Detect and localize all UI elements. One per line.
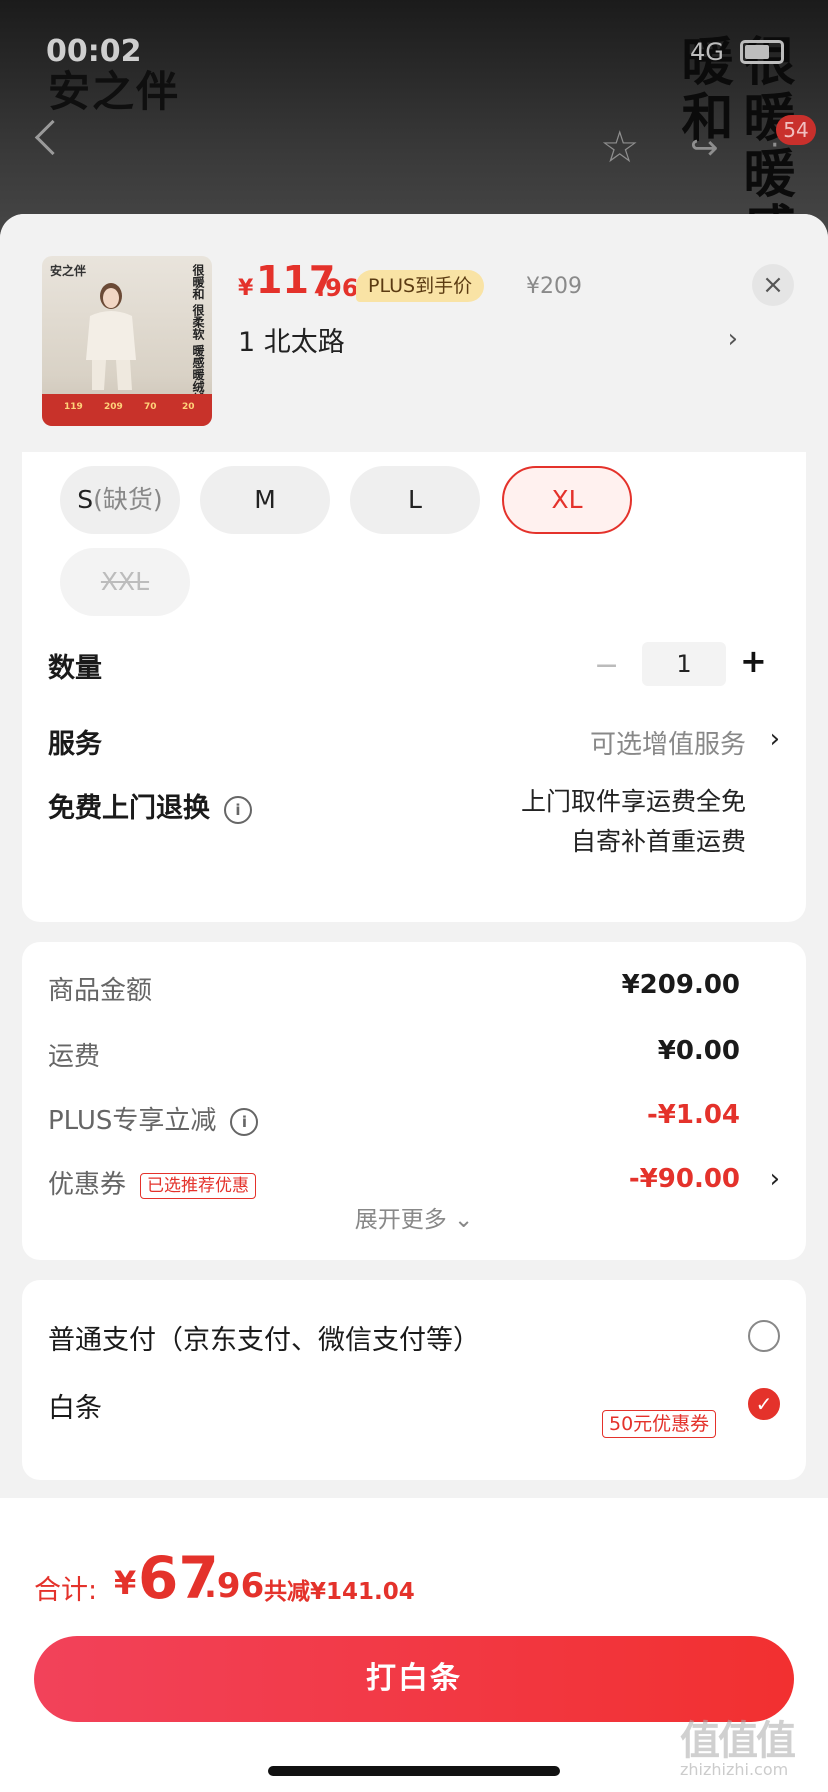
expand-more-button[interactable]: 展开更多 ⌄ [22, 1200, 806, 1234]
home-indicator[interactable] [268, 1766, 560, 1776]
coupon-value[interactable]: -¥90.00 [629, 1164, 740, 1194]
thumbnail-price: 20 [182, 402, 195, 412]
service-value[interactable]: 可选增值服务 [590, 724, 746, 761]
service-label: 服务 [48, 729, 102, 760]
watermark-url: zhizhizhi.com [680, 1760, 789, 1779]
free-return-line1: 上门取件享运费全免 [520, 787, 746, 816]
baitiao-label[interactable]: 白条 [48, 1386, 102, 1425]
shipping-value: ¥0.00 [657, 1036, 740, 1066]
thumbnail-slogan: 很暖和 很柔软 暖感暖绒绒 [191, 264, 205, 405]
back-icon[interactable] [34, 119, 71, 156]
product-thumbnail[interactable]: 安之伴 很暖和 很柔软 暖感暖绒绒 119 209 70 20 [42, 256, 212, 426]
size-label: S [77, 485, 94, 514]
chevron-down-icon: ⌄ [454, 1207, 474, 1233]
chevron-right-icon: › [727, 324, 738, 354]
address-text: 1 北太路 [238, 327, 345, 358]
quantity-decrease-button[interactable]: − [594, 648, 619, 683]
payment-method-card: 普通支付（京东支付、微信支付等） 白条 50元优惠券 ✓ [22, 1280, 806, 1480]
message-count-badge: 54 [776, 115, 816, 145]
info-icon[interactable]: i [224, 795, 252, 824]
quantity-increase-button[interactable]: + [740, 642, 767, 680]
total-currency: ¥ [114, 1564, 137, 1602]
chevron-right-icon[interactable]: › [770, 724, 780, 754]
thumbnail-price-strip: 119 209 70 20 [42, 394, 212, 426]
free-return-text: 免费上门退换 [48, 793, 210, 824]
baitiao-radio-checked[interactable]: ✓ [748, 1388, 780, 1420]
size-option-xxl: XXL [60, 548, 190, 616]
thumbnail-price: 119 [64, 402, 83, 412]
plus-discount-value: -¥1.04 [646, 1100, 740, 1130]
share-icon[interactable]: ↪ [690, 128, 719, 168]
coupon-row-label[interactable]: 优惠券 已选推荐优惠 [48, 1164, 257, 1201]
network-indicator: 4G [690, 38, 724, 66]
price-decimal: .96 [316, 274, 359, 302]
coupon-selected-tag: 已选推荐优惠 [140, 1172, 257, 1199]
quantity-input[interactable]: 1 [642, 642, 726, 686]
model-figure-image [86, 283, 136, 390]
expand-more-label: 展开更多 [354, 1207, 447, 1233]
plus-discount-label: PLUS专享立减 i [48, 1100, 259, 1137]
thumbnail-price: 70 [144, 402, 157, 412]
address-selector[interactable]: 1 北太路 › [238, 320, 738, 360]
thumbnail-brand: 安之伴 [50, 264, 87, 278]
total-saved: 共减¥141.04 [264, 1579, 415, 1605]
close-icon: × [762, 270, 784, 300]
close-button[interactable]: × [752, 264, 794, 306]
size-option-m[interactable]: M [200, 466, 330, 534]
original-price: ¥209 [526, 274, 582, 299]
free-return-line2: 自寄补首重运费 [570, 827, 746, 856]
plus-price-tag: PLUS到手价 [356, 270, 485, 302]
size-option-l[interactable]: L [350, 466, 480, 534]
size-stock-note: (缺货) [93, 485, 163, 514]
baitiao-coupon-tag: 50元优惠券 [602, 1410, 717, 1438]
coupon-label: 优惠券 [48, 1170, 127, 1200]
watermark-logo: 值值值 [680, 1718, 796, 1764]
thumbnail-price: 209 [104, 402, 123, 412]
size-label: XXL [100, 567, 150, 596]
price-currency: ¥ [238, 276, 254, 301]
favorite-star-icon[interactable]: ☆ [600, 122, 639, 173]
options-card: S(缺货) M L XL XXL 数量 − 1 + 服务 可选增值服务 › 免费… [22, 452, 806, 922]
size-label: L [408, 485, 422, 514]
size-option-xl[interactable]: XL [502, 466, 632, 534]
info-icon[interactable]: i [230, 1107, 259, 1136]
normal-payment-radio[interactable] [748, 1320, 780, 1352]
shipping-label: 运费 [48, 1042, 101, 1072]
goods-amount-label: 商品金额 [48, 976, 153, 1006]
size-label: XL [551, 485, 583, 514]
normal-payment-label[interactable]: 普通支付（京东支付、微信支付等） [48, 1318, 480, 1357]
fee-summary-card: 商品金额 ¥209.00 运费 ¥0.00 PLUS专享立减 i -¥1.04 优… [22, 942, 806, 1260]
total-label: 合计: [34, 1575, 98, 1606]
battery-icon [740, 40, 784, 64]
quantity-label: 数量 [48, 653, 102, 684]
total-decimal: .96 [204, 1566, 265, 1606]
plus-discount-text: PLUS专享立减 [48, 1106, 217, 1136]
purchase-sheet: 安之伴 很暖和 很柔软 暖感暖绒绒 119 209 70 20 ¥ 117 .9… [0, 214, 828, 1792]
size-label: M [254, 485, 276, 514]
free-return-label: 免费上门退换 i [48, 786, 252, 825]
background-brand-logo: 安之伴 [48, 67, 181, 116]
size-option-s[interactable]: S(缺货) [60, 466, 180, 534]
chevron-right-icon[interactable]: › [770, 1164, 780, 1194]
product-header: 安之伴 很暖和 很柔软 暖感暖绒绒 119 209 70 20 ¥ 117 .9… [0, 214, 828, 452]
goods-amount-value: ¥209.00 [621, 970, 740, 1000]
